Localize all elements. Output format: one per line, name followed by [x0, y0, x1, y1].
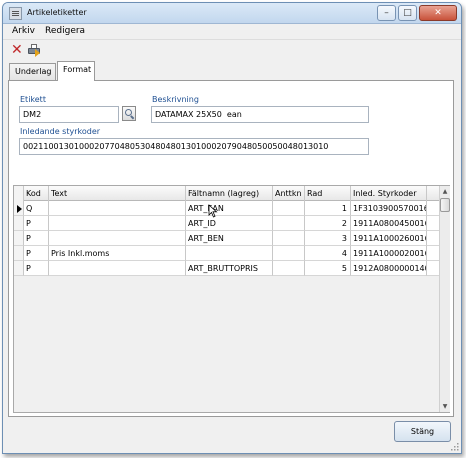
cell-faltnamn[interactable]: ART_ID [186, 216, 273, 231]
scroll-down-icon[interactable]: ▼ [440, 401, 450, 412]
grid-body: Kod Text Fältnamn (lagreg) Anttkn Rad In… [14, 186, 439, 412]
column-header-rad[interactable]: Rad [305, 186, 351, 201]
cell-faltnamn[interactable]: ART_BEN [186, 231, 273, 246]
column-header-inled-styrkoder[interactable]: Inled. Styrkoder [351, 186, 427, 201]
cell-rad[interactable]: 1 [305, 201, 351, 216]
scroll-thumb[interactable] [440, 198, 450, 212]
artikeletiketter-window: Artikeletiketter – □ ✕ Arkiv Redigera ✕ … [2, 2, 462, 454]
delete-icon[interactable]: ✕ [11, 43, 24, 57]
styrkoder-grid: Kod Text Fältnamn (lagreg) Anttkn Rad In… [13, 185, 450, 413]
grid-vertical-scrollbar[interactable]: ▲ ▼ [439, 186, 450, 412]
column-header-kod[interactable]: Kod [24, 186, 49, 201]
mouse-pointer-icon [208, 204, 218, 218]
cell-faltnamn[interactable] [186, 246, 273, 261]
current-row-arrow-icon [17, 205, 22, 213]
etikett-field[interactable]: DM2 [19, 106, 119, 123]
grid-header: Kod Text Fältnamn (lagreg) Anttkn Rad In… [14, 186, 439, 201]
cell-inled-styrkoder[interactable]: 1F3103900570016 [351, 201, 427, 216]
cell-inled-styrkoder[interactable]: 1911A1000260016 [351, 231, 427, 246]
cell-text[interactable] [49, 231, 186, 246]
etikett-lookup-button[interactable] [122, 106, 136, 121]
menu-arkiv[interactable]: Arkiv [12, 26, 35, 36]
cell-inled-styrkoder[interactable]: 1911A0800450016 [351, 216, 427, 231]
table-row[interactable]: P ART_BRUTTOPRIS 5 1912A0800000140 [14, 261, 439, 276]
column-header-faltnamn[interactable]: Fältnamn (lagreg) [186, 186, 273, 201]
row-filler [427, 231, 439, 246]
cell-rad[interactable]: 3 [305, 231, 351, 246]
cell-kod[interactable]: Q [24, 201, 49, 216]
beskrivning-label: Beskrivning [152, 95, 199, 104]
cell-inled-styrkoder[interactable]: 1911A1000020016 [351, 246, 427, 261]
title-bar[interactable]: Artikeletiketter – □ ✕ [3, 3, 461, 24]
row-indicator [14, 231, 24, 246]
row-filler [427, 216, 439, 231]
table-row[interactable]: Q ART_EAN 1 1F3103900570016 [14, 201, 439, 216]
row-filler [427, 261, 439, 276]
window-title: Artikeletiketter [27, 8, 87, 17]
cell-text[interactable] [49, 261, 186, 276]
print-icon[interactable] [28, 44, 41, 57]
cell-anttkn[interactable] [273, 201, 305, 216]
row-indicator [14, 246, 24, 261]
cell-anttkn[interactable] [273, 261, 305, 276]
inledande-styrkoder-field[interactable]: 0021100130100020770480530480480130100020… [19, 138, 369, 155]
cell-anttkn[interactable] [273, 246, 305, 261]
scroll-up-icon[interactable]: ▲ [440, 186, 450, 197]
cell-kod[interactable]: P [24, 231, 49, 246]
table-row[interactable]: P Pris Inkl.moms 4 1911A1000020016 [14, 246, 439, 261]
cell-anttkn[interactable] [273, 216, 305, 231]
table-row[interactable]: P ART_ID 2 1911A0800450016 [14, 216, 439, 231]
header-indicator [14, 186, 24, 201]
stang-button[interactable]: Stäng [394, 421, 451, 442]
cell-kod[interactable]: P [24, 246, 49, 261]
cell-kod[interactable]: P [24, 216, 49, 231]
inledande-styrkoder-label: Inledande styrkoder [20, 127, 101, 136]
minimize-button[interactable]: – [377, 5, 396, 21]
row-filler [427, 246, 439, 261]
resize-grip-icon[interactable] [449, 441, 459, 451]
tab-format[interactable]: Format [57, 61, 95, 81]
row-indicator [14, 201, 24, 216]
cell-anttkn[interactable] [273, 231, 305, 246]
beskrivning-field[interactable]: DATAMAX 25X50 ean [151, 106, 369, 123]
maximize-button[interactable]: □ [398, 5, 417, 21]
row-indicator [14, 216, 24, 231]
cell-inled-styrkoder[interactable]: 1912A0800000140 [351, 261, 427, 276]
cell-rad[interactable]: 5 [305, 261, 351, 276]
cell-text[interactable] [49, 201, 186, 216]
cell-rad[interactable]: 4 [305, 246, 351, 261]
table-row[interactable]: P ART_BEN 3 1911A1000260016 [14, 231, 439, 246]
tab-underlag[interactable]: Underlag [9, 63, 56, 80]
column-header-text[interactable]: Text [49, 186, 186, 201]
format-tab-panel: Etikett DM2 Beskrivning DATAMAX 25X50 ea… [8, 80, 454, 417]
menu-bar: Arkiv Redigera [3, 24, 461, 39]
toolbar: ✕ [3, 39, 461, 60]
close-window-button[interactable]: ✕ [419, 5, 457, 21]
cell-text[interactable]: Pris Inkl.moms [49, 246, 186, 261]
cell-text[interactable] [49, 216, 186, 231]
cell-rad[interactable]: 2 [305, 216, 351, 231]
header-filler [427, 186, 439, 201]
row-indicator [14, 261, 24, 276]
column-header-anttkn[interactable]: Anttkn [273, 186, 305, 201]
etikett-label: Etikett [20, 95, 46, 104]
app-icon [9, 7, 22, 20]
cell-faltnamn[interactable]: ART_BRUTTOPRIS [186, 261, 273, 276]
cell-faltnamn[interactable]: ART_EAN [186, 201, 273, 216]
menu-redigera[interactable]: Redigera [45, 26, 85, 36]
row-filler [427, 201, 439, 216]
cell-kod[interactable]: P [24, 261, 49, 276]
